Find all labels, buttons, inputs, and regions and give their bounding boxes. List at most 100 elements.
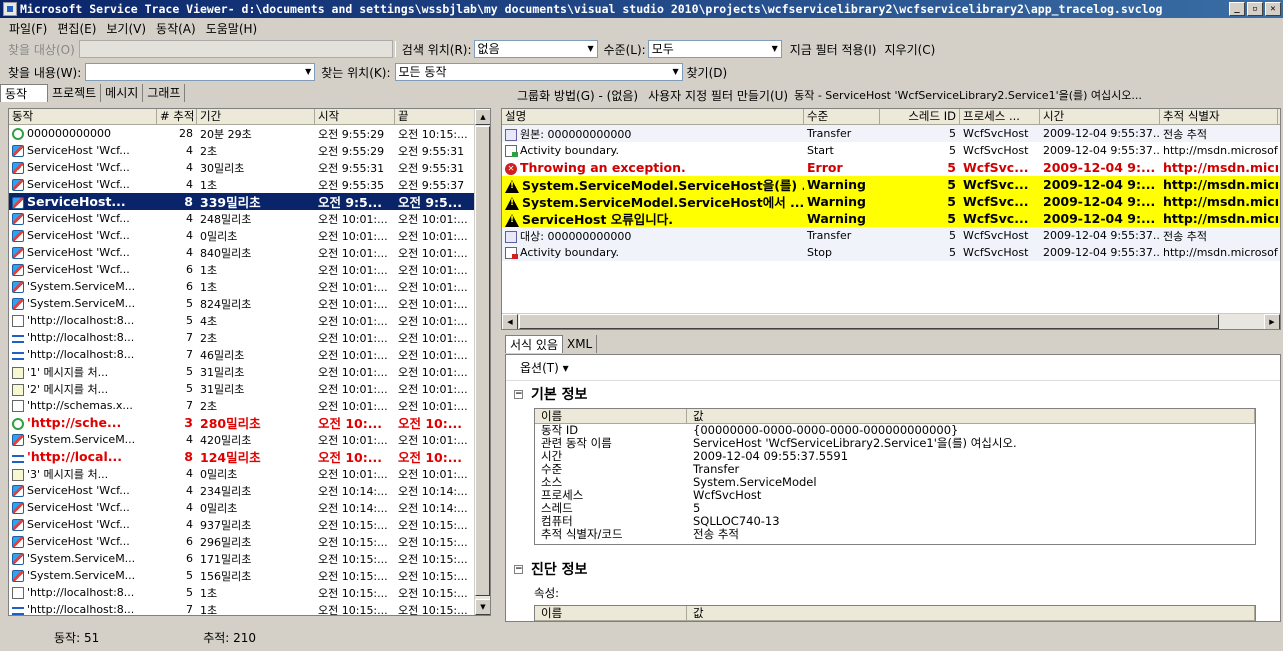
table-row[interactable]: '1' 메시지를 처... 5 31밀리초 오전 10:01:... 오전 10:01:… [9,363,490,380]
close-button[interactable]: ✕ [1265,2,1281,16]
search-location-select[interactable]: 없음 ▼ [473,40,598,58]
table-row[interactable]: ServiceHost 'Wcf... 4 937밀리초 오전 10:15:... 오전… [9,516,490,533]
table-row[interactable]: ServiceHost 'Wcf... 4 1초 오전 9:55:35 오전 9:55:… [9,176,490,193]
column-description[interactable]: 설명 [502,109,804,124]
table-row[interactable]: System.ServiceModel.ServiceHost에서 ...War… [502,193,1280,210]
tab-activity[interactable]: 동작 [0,84,48,102]
table-row[interactable]: 'http://localhost:8... 5 4초 오전 10:01:... 오전 … [9,312,490,329]
table-row[interactable]: 'System.ServiceM... 4 420밀리초 오전 10:01:... 오전… [9,431,490,448]
table-row[interactable]: 'System.ServiceM... 5 824밀리초 오전 10:01:... 오전… [9,295,490,312]
tab-graph[interactable]: 그래프 [143,84,186,102]
trace-hscrollbar[interactable]: ◀ ▶ [502,313,1280,329]
tab-xml[interactable]: XML [563,335,598,353]
table-row[interactable]: 'http://sche... 3 280밀리초 오전 10:... 오전 10:... [9,414,490,431]
find-button[interactable]: 찾기(D) [683,64,732,81]
group-by-button[interactable]: 그룹화 방법(G) - (없음) [513,87,642,104]
description-cell: ServiceHost 오류입니다. [502,209,804,228]
menu-edit[interactable]: 편집(E) [52,20,101,37]
activity-name-cell-text: 'http://sche... [27,415,122,430]
table-row[interactable]: ServiceHost 'Wcf... 4 30밀리초 오전 9:55:31 오전 9:… [9,159,490,176]
column-process[interactable]: 프로세스 ... [960,109,1040,124]
find-target-input[interactable] [78,40,393,58]
custom-filter-button[interactable]: 사용자 지정 필터 만들기(U) [644,87,792,104]
menu-action[interactable]: 동작(A) [151,20,201,37]
column-activity[interactable]: 동작 [9,109,157,124]
activity-scrollbar[interactable]: ▲ ▼ [474,109,490,615]
table-row[interactable]: ServiceHost 'Wcf... 6 296밀리초 오전 10:15:... 오전… [9,533,490,550]
table-row[interactable]: 'System.ServiceM... 6 1초 오전 10:01:... 오전 10:… [9,278,490,295]
column-trace-id[interactable]: 추적 식별자 [1160,109,1278,124]
scroll-thumb[interactable] [475,126,490,596]
description-cell: Activity boundary. [502,144,804,157]
collapse-icon[interactable]: − [514,389,523,399]
table-row[interactable]: 'http://localhost:8... 7 46밀리초 오전 10:01:...… [9,346,490,363]
column-duration[interactable]: 기간 [197,109,315,124]
scroll-thumb[interactable] [519,314,1219,329]
kv-value: System.ServiceModel [693,476,817,489]
trace-count-cell-text: 6 [186,535,193,548]
table-row[interactable]: 원본: 000000000000 Transfer 5 WcfSvcHost 2009-… [502,125,1280,142]
trace-count-cell: 4 [157,467,197,480]
description-cell-text: Activity boundary. [520,144,619,157]
menu-view[interactable]: 보기(V) [101,20,151,37]
table-row[interactable]: 'http://schemas.x... 7 2초 오전 10:01:... 오전 10… [9,397,490,414]
end-time-cell: 오전 9:55:37 [395,177,475,193]
level-cell: Error [804,160,880,175]
table-row[interactable]: Activity boundary. Start 5 WcfSvcHost 2009-1… [502,142,1280,159]
minimize-button[interactable]: _ [1229,2,1245,16]
table-row[interactable]: ServiceHost 'Wcf... 6 1초 오전 10:01:... 오전 10:… [9,261,490,278]
apply-filter-button[interactable]: 지금 필터 적용(I) [786,41,881,58]
column-start[interactable]: 시작 [315,109,395,124]
table-row[interactable]: ServiceHost... 8 339밀리초 오전 9:5... 오전 9:5... [9,193,490,210]
column-trace-count[interactable]: # 추적 [157,109,197,124]
table-row[interactable]: '3' 메시지를 처... 4 0밀리초 오전 10:01:... 오전 10:01:.… [9,465,490,482]
table-row[interactable]: 'http://localhost:8... 5 1초 오전 10:15:... 오전 … [9,584,490,601]
find-what-input[interactable]: ▼ [85,63,316,81]
scroll-down-icon[interactable]: ▼ [475,599,490,615]
options-button[interactable]: 옵션(T) ▾ [516,359,573,376]
tab-project[interactable]: 프로젝트 [48,84,102,102]
table-row[interactable]: ServiceHost 'Wcf... 4 2초 오전 9:55:29 오전 9:55:… [9,142,490,159]
tab-formatted[interactable]: 서식 있음 [505,335,563,353]
table-row[interactable]: Activity boundary. Stop 5 WcfSvcHost 2009-12… [502,244,1280,261]
chevron-down-icon: ▼ [672,67,679,76]
end-time-cell: 오전 10:01:... [395,364,475,380]
table-row[interactable]: 'http://localhost:8... 7 1초 오전 10:15:... 오전 … [9,601,490,615]
table-row[interactable]: 대상: 000000000000 Transfer 5 WcfSvcHost 2009-… [502,227,1280,244]
column-thread-id[interactable]: 스레드 ID [880,109,960,124]
activity-rows: 000000000000 28 20분 29초 오전 9:55:29 오전 10:15:… [9,125,490,615]
menu-help[interactable]: 도움말(H) [201,20,263,37]
column-level[interactable]: 수준 [804,109,880,124]
table-row[interactable]: 'System.ServiceM... 5 156밀리초 오전 10:15:... 오전… [9,567,490,584]
level-select[interactable]: 모두 ▼ [647,40,782,58]
table-row[interactable]: ServiceHost 'Wcf... 4 234밀리초 오전 10:14:... 오전… [9,482,490,499]
table-row[interactable]: ServiceHost 'Wcf... 4 0밀리초 오전 10:14:... 오전 1… [9,499,490,516]
table-row[interactable]: ServiceHost 'Wcf... 4 248밀리초 오전 10:01:... 오전… [9,210,490,227]
end-time-cell-text: 오전 10:15:... [398,552,468,566]
end-time-cell-text: 오전 10:01:... [398,280,468,294]
table-row[interactable]: System.ServiceModel.ServiceHost을(를) ...W… [502,176,1280,193]
column-time[interactable]: 시간 [1040,109,1160,124]
tab-message[interactable]: 메시지 [101,84,144,102]
table-row[interactable]: 'System.ServiceM... 6 171밀리초 오전 10:15:... 오전… [9,550,490,567]
table-row[interactable]: ServiceHost 'Wcf... 4 840밀리초 오전 10:01:... 오전… [9,244,490,261]
table-row[interactable]: 'http://local... 8 124밀리초 오전 10:... 오전 10:..… [9,448,490,465]
look-in-select[interactable]: 모든 동작 ▼ [394,63,683,81]
duration-cell: 0밀리초 [197,228,315,244]
restore-button[interactable]: ▫ [1247,2,1263,16]
table-row[interactable]: ✕ Throwing an exception. Error 5 WcfSvc... 20… [502,159,1280,176]
scroll-up-icon[interactable]: ▲ [475,109,490,125]
table-row[interactable]: 000000000000 28 20분 29초 오전 9:55:29 오전 10:15:… [9,125,490,142]
end-time-cell: 오전 10:15:... [395,568,475,584]
table-row[interactable]: ServiceHost 오류입니다. Warning 5 WcfSvc... 2009-… [502,210,1280,227]
collapse-icon[interactable]: − [514,564,523,574]
scroll-right-icon[interactable]: ▶ [1264,314,1280,329]
scroll-left-icon[interactable]: ◀ [502,314,518,329]
table-row[interactable]: ServiceHost 'Wcf... 4 0밀리초 오전 10:01:... 오전 1… [9,227,490,244]
column-end[interactable]: 끝 [395,109,475,124]
clear-button[interactable]: 지우기(C) [881,41,940,58]
menu-file[interactable]: 파일(F) [4,20,52,37]
duration-cell: 824밀리초 [197,296,315,312]
table-row[interactable]: 'http://localhost:8... 7 2초 오전 10:01:... 오전 … [9,329,490,346]
table-row[interactable]: '2' 메시지를 처... 5 31밀리초 오전 10:01:... 오전 10:01:… [9,380,490,397]
